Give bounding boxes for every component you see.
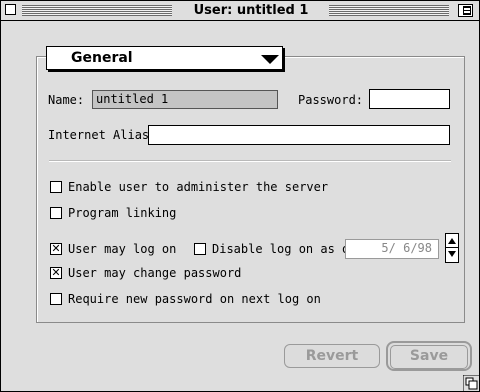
save-button-label: Save	[390, 345, 468, 369]
chevron-down-icon	[261, 55, 279, 64]
save-button[interactable]: Save	[386, 341, 472, 371]
popup-selected-label: General	[71, 50, 133, 66]
password-field[interactable]	[369, 89, 450, 109]
revert-button[interactable]: Revert	[284, 344, 380, 368]
title-bar[interactable]: User: untitled 1	[1, 1, 479, 21]
section-popup-menu[interactable]: General	[46, 46, 283, 70]
arrow-down-icon[interactable]	[448, 251, 456, 257]
internet-alias-label: Internet Alias:	[48, 128, 157, 142]
program-linking-checkbox[interactable]	[50, 207, 62, 219]
user-may-log-on-label[interactable]: User may log on	[68, 242, 176, 256]
divider	[49, 160, 451, 162]
admin-checkbox[interactable]	[50, 181, 62, 193]
internet-alias-field[interactable]	[148, 125, 450, 145]
require-new-password-checkbox[interactable]	[50, 293, 62, 305]
disable-log-on-checkbox[interactable]	[194, 243, 206, 255]
date-stepper[interactable]	[445, 233, 459, 263]
title-stripes-right	[329, 5, 449, 16]
arrow-up-icon[interactable]	[448, 238, 456, 244]
admin-label[interactable]: Enable user to administer the server	[68, 180, 328, 194]
stepper-divider	[446, 247, 458, 248]
disable-date-field[interactable]: 5/ 6/98	[345, 239, 439, 259]
window-title: User: untitled 1	[176, 2, 326, 19]
name-field: untitled 1	[92, 90, 278, 109]
name-label: Name:	[48, 93, 85, 107]
user-may-log-on-checkbox[interactable]: ✕	[50, 243, 62, 255]
resize-grip-icon[interactable]	[463, 375, 479, 391]
close-box[interactable]	[5, 4, 16, 15]
title-stripes-left	[22, 5, 172, 16]
change-password-checkbox[interactable]: ✕	[50, 267, 62, 279]
program-linking-label[interactable]: Program linking	[68, 206, 176, 220]
password-label: Password:	[298, 93, 364, 107]
require-new-password-label[interactable]: Require new password on next log on	[68, 292, 321, 306]
user-window: User: untitled 1 General Name: untitled …	[0, 0, 480, 392]
zoom-box[interactable]	[458, 4, 473, 17]
change-password-label[interactable]: User may change password	[68, 266, 241, 280]
disable-log-on-label[interactable]: Disable log on as of:	[212, 242, 364, 256]
